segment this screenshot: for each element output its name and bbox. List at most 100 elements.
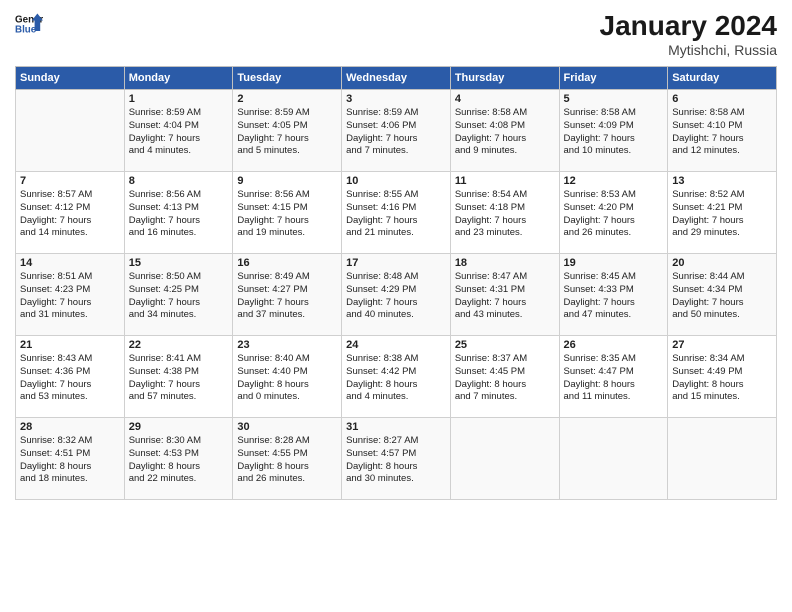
calendar-cell: 8Sunrise: 8:56 AMSunset: 4:13 PMDaylight… bbox=[124, 172, 233, 254]
cell-line: Sunset: 4:38 PM bbox=[129, 366, 199, 377]
day-number: 5 bbox=[564, 93, 664, 105]
cell-details: Sunrise: 8:32 AMSunset: 4:51 PMDaylight:… bbox=[20, 435, 120, 486]
cell-line: and 16 minutes. bbox=[129, 227, 197, 238]
cell-details: Sunrise: 8:27 AMSunset: 4:57 PMDaylight:… bbox=[346, 435, 446, 486]
cell-line: Sunrise: 8:53 AM bbox=[564, 189, 636, 200]
cell-details: Sunrise: 8:47 AM Sunset: 4:31 PM Daylight:… bbox=[455, 271, 555, 322]
cell-line: Daylight: 7 hours bbox=[455, 297, 526, 308]
day-number: 12 bbox=[564, 175, 664, 187]
day-number: 28 bbox=[20, 421, 120, 433]
calendar-cell: 1Sunrise: 8:59 AMSunset: 4:04 PMDaylight… bbox=[124, 90, 233, 172]
cell-line: Sunset: 4:34 PM bbox=[672, 284, 742, 295]
cell-line: and 12 minutes. bbox=[672, 145, 740, 156]
calendar-cell: 5Sunrise: 8:58 AMSunset: 4:09 PMDaylight… bbox=[559, 90, 668, 172]
day-number: 16 bbox=[237, 257, 337, 269]
cell-line: Sunrise: 8:58 AM bbox=[672, 107, 744, 118]
cell-line: Sunset: 4:31 PM bbox=[455, 284, 525, 295]
day-number: 1 bbox=[129, 93, 229, 105]
cell-details: Sunrise: 8:43 AMSunset: 4:36 PMDaylight:… bbox=[20, 353, 120, 404]
cell-line: Sunrise: 8:47 AM bbox=[455, 271, 527, 282]
cell-line: Sunrise: 8:34 AM bbox=[672, 353, 744, 364]
cell-details: Sunrise: 8:41 AMSunset: 4:38 PMDaylight:… bbox=[129, 353, 229, 404]
day-number: 8 bbox=[129, 175, 229, 187]
cell-line: Sunset: 4:10 PM bbox=[672, 120, 742, 131]
cell-line: Daylight: 7 hours bbox=[237, 215, 308, 226]
calendar-row-0: 1 Sunrise: 8:59 AM Sunset: 4:04 PM Daylight… bbox=[16, 90, 777, 172]
cell-line: Daylight: 7 hours bbox=[346, 215, 417, 226]
cell-details: Sunrise: 8:51 AM Sunset: 4:23 PM Daylight:… bbox=[20, 271, 120, 322]
calendar-cell bbox=[668, 418, 777, 500]
cell-line: Sunrise: 8:40 AM bbox=[237, 353, 309, 364]
cell-line: and 26 minutes. bbox=[237, 473, 305, 484]
cell-line: Daylight: 7 hours bbox=[20, 297, 91, 308]
cell-line: Daylight: 7 hours bbox=[20, 379, 91, 390]
col-tuesday: Tuesday bbox=[233, 67, 342, 90]
calendar-row-2: 14Sunrise: 8:51 AMSunset: 4:23 PMDayligh… bbox=[16, 254, 777, 336]
cell-line: Daylight: 7 hours bbox=[237, 133, 308, 144]
cell-line: Sunrise: 8:44 AM bbox=[672, 271, 744, 282]
calendar-cell bbox=[450, 418, 559, 500]
cell-line: Sunrise: 8:51 AM bbox=[20, 271, 92, 282]
calendar-cell: 14Sunrise: 8:51 AMSunset: 4:23 PMDayligh… bbox=[16, 254, 125, 336]
cell-line: Sunset: 4:04 PM bbox=[129, 120, 199, 131]
calendar-table: Sunday Monday Tuesday Wednesday Thursday… bbox=[15, 66, 777, 500]
cell-line: Sunrise: 8:27 AM bbox=[346, 435, 418, 446]
cell-line: and 53 minutes. bbox=[20, 391, 88, 402]
cell-line: Daylight: 8 hours bbox=[20, 461, 91, 472]
col-saturday: Saturday bbox=[668, 67, 777, 90]
cell-line: Daylight: 7 hours bbox=[564, 297, 635, 308]
cell-line: Daylight: 8 hours bbox=[237, 379, 308, 390]
cell-line: and 31 minutes. bbox=[20, 309, 88, 320]
calendar-cell: 4Sunrise: 8:58 AMSunset: 4:08 PMDaylight… bbox=[450, 90, 559, 172]
calendar-cell: 3Sunrise: 8:59 AMSunset: 4:06 PMDaylight… bbox=[342, 90, 451, 172]
cell-details: Sunrise: 8:53 AMSunset: 4:20 PMDaylight:… bbox=[564, 189, 664, 240]
cell-line: and 4 minutes. bbox=[346, 391, 408, 402]
cell-line: and 19 minutes. bbox=[237, 227, 305, 238]
cell-details: Sunrise: 8:30 AMSunset: 4:53 PMDaylight:… bbox=[129, 435, 229, 486]
cell-line: Sunrise: 8:58 AM bbox=[564, 107, 636, 118]
cell-line: Sunset: 4:06 PM bbox=[346, 120, 416, 131]
cell-line: and 4 minutes. bbox=[129, 145, 191, 156]
cell-line: Daylight: 8 hours bbox=[346, 379, 417, 390]
cell-line: and 40 minutes. bbox=[346, 309, 414, 320]
cell-line: Daylight: 8 hours bbox=[455, 379, 526, 390]
calendar-cell bbox=[559, 418, 668, 500]
cell-line: Sunset: 4:23 PM bbox=[20, 284, 90, 295]
cell-line: Daylight: 7 hours bbox=[129, 297, 200, 308]
cell-line: and 50 minutes. bbox=[672, 309, 740, 320]
cell-details: Sunrise: 8:48 AMSunset: 4:29 PMDaylight:… bbox=[346, 271, 446, 322]
cell-line: and 30 minutes. bbox=[346, 473, 414, 484]
cell-line: Daylight: 7 hours bbox=[672, 133, 743, 144]
day-number: 19 bbox=[564, 257, 664, 269]
day-number: 18 bbox=[455, 257, 555, 269]
cell-line: and 9 minutes. bbox=[455, 145, 517, 156]
day-number: 22 bbox=[129, 339, 229, 351]
cell-line: and 29 minutes. bbox=[672, 227, 740, 238]
cell-line: Sunrise: 8:50 AM bbox=[129, 271, 201, 282]
calendar-cell: 26Sunrise: 8:35 AMSunset: 4:47 PMDayligh… bbox=[559, 336, 668, 418]
cell-line: Sunset: 4:09 PM bbox=[564, 120, 634, 131]
cell-details: Sunrise: 8:59 AMSunset: 4:06 PMDaylight:… bbox=[346, 107, 446, 158]
logo: General Blue bbox=[15, 10, 43, 38]
cell-line: Sunset: 4:55 PM bbox=[237, 448, 307, 459]
cell-line: Sunrise: 8:48 AM bbox=[346, 271, 418, 282]
cell-line: Sunrise: 8:28 AM bbox=[237, 435, 309, 446]
cell-line: Daylight: 7 hours bbox=[455, 133, 526, 144]
cell-line: and 5 minutes. bbox=[237, 145, 299, 156]
cell-line: Sunrise: 8:59 AM bbox=[129, 107, 201, 118]
cell-details: Sunrise: 8:59 AMSunset: 4:05 PMDaylight:… bbox=[237, 107, 337, 158]
cell-line: Sunset: 4:21 PM bbox=[672, 202, 742, 213]
cell-details: Sunrise: 8:28 AMSunset: 4:55 PMDaylight:… bbox=[237, 435, 337, 486]
cell-line: and 7 minutes. bbox=[346, 145, 408, 156]
cell-line: Daylight: 8 hours bbox=[346, 461, 417, 472]
location-title: Mytishchi, Russia bbox=[600, 42, 777, 58]
cell-line: Daylight: 7 hours bbox=[672, 297, 743, 308]
cell-line: Sunset: 4:47 PM bbox=[564, 366, 634, 377]
calendar-cell: 19Sunrise: 8:45 AMSunset: 4:33 PMDayligh… bbox=[559, 254, 668, 336]
calendar-cell: 27Sunrise: 8:34 AMSunset: 4:49 PMDayligh… bbox=[668, 336, 777, 418]
calendar-cell bbox=[16, 90, 125, 172]
day-number: 11 bbox=[455, 175, 555, 187]
page: General Blue January 2024 Mytishchi, Rus… bbox=[0, 0, 792, 612]
day-number: 17 bbox=[346, 257, 446, 269]
day-number: 30 bbox=[237, 421, 337, 433]
